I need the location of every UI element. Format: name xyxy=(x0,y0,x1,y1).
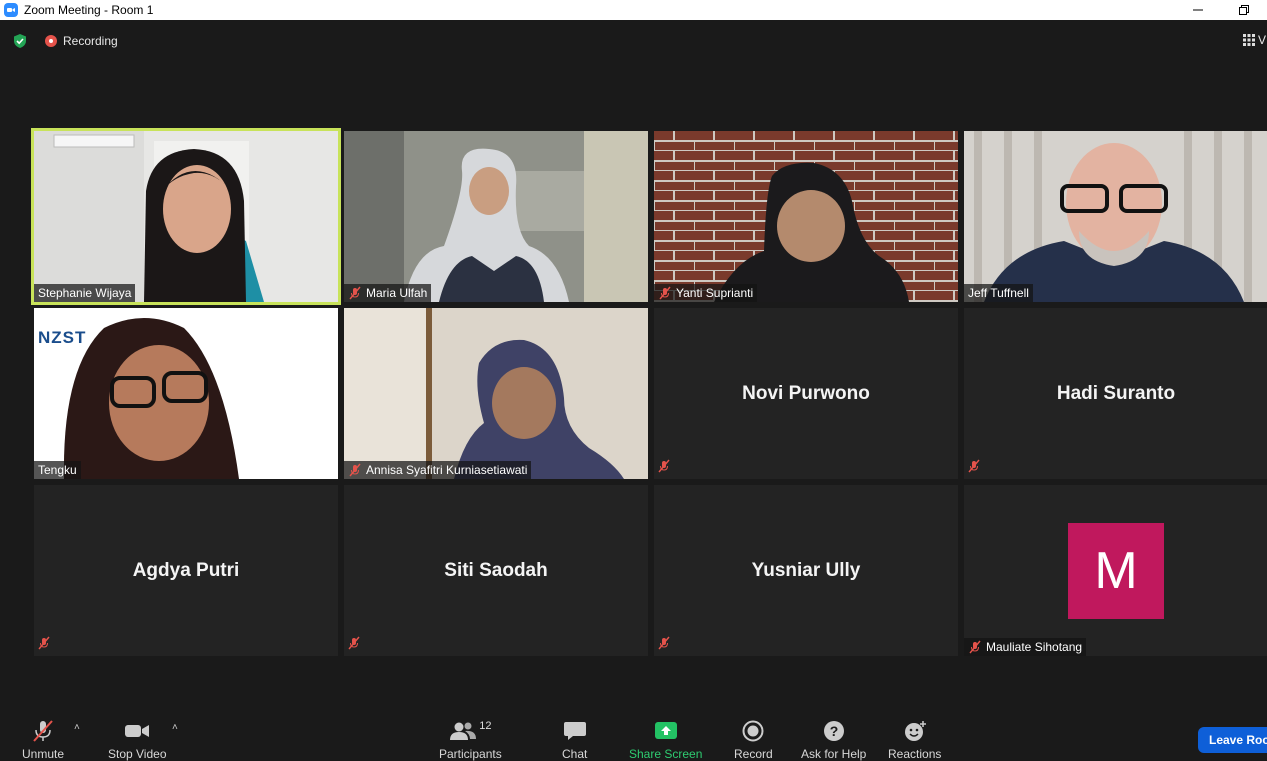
audio-options-caret-icon[interactable]: ˄ xyxy=(74,722,80,733)
participant-name-label: Annisa Syafitri Kurniasetiawati xyxy=(344,461,532,479)
video-tile[interactable]: Yanti Suprianti xyxy=(654,131,958,302)
chat-button[interactable]: Chat xyxy=(562,720,587,761)
video-tile[interactable]: Jeff Tuffnell xyxy=(964,131,1267,302)
video-options-caret-icon[interactable]: ˄ xyxy=(172,722,178,733)
nzst-logo: NZST xyxy=(38,328,87,347)
meeting-topbar: Recording V xyxy=(0,20,1267,62)
avatar: M xyxy=(1068,523,1164,619)
participant-video xyxy=(964,131,1267,302)
video-tile[interactable]: NZST Tengku xyxy=(34,308,338,479)
recording-dot-icon xyxy=(45,35,57,47)
view-button[interactable]: V xyxy=(1243,33,1266,47)
share-screen-icon xyxy=(654,720,678,742)
chat-label: Chat xyxy=(562,747,588,761)
participant-name: Siti Saodah xyxy=(444,560,548,581)
zoom-app-icon xyxy=(4,3,18,17)
reactions-button[interactable]: Reactions xyxy=(888,720,941,761)
participant-name-label: Mauliate Sihotang xyxy=(964,638,1087,656)
participant-tile[interactable]: Siti Saodah xyxy=(344,485,648,656)
participant-name: Jeff Tuffnell xyxy=(968,286,1029,300)
chat-bubble-icon xyxy=(563,720,587,742)
meeting-toolbar: Unmute ˄ Stop Video ˄ 12 Participants Ch… xyxy=(0,708,1267,761)
video-tile[interactable]: Annisa Syafitri Kurniasetiawati xyxy=(344,308,648,479)
participant-name-label: Yanti Suprianti xyxy=(654,284,758,302)
participant-name: Agdya Putri xyxy=(132,560,240,581)
participant-name: Yanti Suprianti xyxy=(676,286,754,300)
window-title: Zoom Meeting - Room 1 xyxy=(24,3,154,17)
participant-name: Hadi Suranto xyxy=(1056,383,1176,404)
participant-video xyxy=(344,131,648,302)
restore-button[interactable] xyxy=(1221,0,1267,20)
encryption-shield-icon[interactable] xyxy=(12,33,28,49)
participants-label: Participants xyxy=(439,747,502,761)
ask-for-help-label: Ask for Help xyxy=(801,747,867,761)
participant-video xyxy=(344,308,648,479)
participant-tile[interactable]: Agdya Putri xyxy=(34,485,338,656)
participant-name: Novi Purwono xyxy=(742,383,870,404)
recording-label: Recording xyxy=(63,34,118,48)
participant-name: Mauliate Sihotang xyxy=(986,640,1083,654)
participant-name-label: Stephanie Wijaya xyxy=(34,284,136,302)
participant-name-label: Maria Ulfah xyxy=(344,284,432,302)
help-question-icon: ? xyxy=(823,720,845,742)
record-icon xyxy=(742,720,764,742)
unmute-button[interactable]: Unmute xyxy=(22,720,64,761)
svg-text:?: ? xyxy=(829,723,838,739)
leave-room-button[interactable]: Leave Room xyxy=(1198,727,1267,753)
participant-tile[interactable]: Yusniar Ully xyxy=(654,485,958,656)
grid-view-icon xyxy=(1243,34,1255,46)
participants-count: 12 xyxy=(479,720,492,732)
participant-tile[interactable]: Hadi Suranto xyxy=(964,308,1267,479)
recording-indicator[interactable]: Recording xyxy=(45,34,118,48)
participant-name: Maria Ulfah xyxy=(366,286,428,300)
muted-mic-icon xyxy=(657,459,673,475)
participant-video xyxy=(654,131,958,302)
video-tile[interactable]: Stephanie Wijaya xyxy=(31,128,341,305)
muted-mic-icon xyxy=(349,286,361,300)
muted-mic-icon xyxy=(659,286,671,300)
ask-for-help-button[interactable]: ? Ask for Help xyxy=(801,720,866,761)
record-button[interactable]: Record xyxy=(734,720,773,761)
reaction-smiley-icon xyxy=(903,720,927,742)
participants-icon xyxy=(450,722,477,740)
muted-mic-icon xyxy=(969,640,981,654)
window-titlebar: Zoom Meeting - Room 1 xyxy=(0,0,1267,20)
muted-mic-icon xyxy=(347,636,363,652)
muted-mic-icon xyxy=(349,463,361,477)
muted-mic-icon xyxy=(37,636,53,652)
share-screen-label: Share Screen xyxy=(629,747,703,761)
participants-icon-group: 12 xyxy=(449,720,491,742)
participant-tile[interactable]: Novi Purwono xyxy=(654,308,958,479)
participant-name: Annisa Syafitri Kurniasetiawati xyxy=(366,463,528,477)
participant-name-label: Tengku xyxy=(34,461,81,479)
participant-video xyxy=(34,131,338,302)
view-label: V xyxy=(1258,33,1267,47)
video-tile[interactable]: Maria Ulfah xyxy=(344,131,648,302)
participant-name: Yusniar Ully xyxy=(751,560,861,581)
muted-mic-icon xyxy=(967,459,983,475)
muted-mic-icon xyxy=(657,636,673,652)
record-label: Record xyxy=(734,747,773,761)
stop-video-label: Stop Video xyxy=(108,747,167,761)
stop-video-button[interactable]: Stop Video xyxy=(108,720,167,761)
minimize-button[interactable] xyxy=(1175,0,1221,20)
share-screen-button[interactable]: Share Screen xyxy=(629,720,702,761)
reactions-label: Reactions xyxy=(888,747,942,761)
participant-tile[interactable]: M Mauliate Sihotang xyxy=(964,485,1267,656)
video-camera-icon xyxy=(124,720,150,742)
participant-name: Tengku xyxy=(38,463,77,477)
participants-button[interactable]: 12 Participants xyxy=(439,720,502,761)
muted-microphone-icon xyxy=(31,720,55,742)
participant-name-label: Jeff Tuffnell xyxy=(964,284,1033,302)
participant-name: Stephanie Wijaya xyxy=(38,286,132,300)
unmute-label: Unmute xyxy=(22,747,65,761)
